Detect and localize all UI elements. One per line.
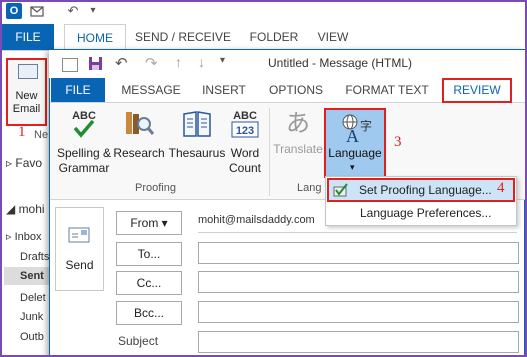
- language-group-label: Lang: [297, 182, 322, 194]
- spelling-check-icon: ABC: [53, 108, 115, 144]
- language-globe-icon: A字: [338, 112, 374, 147]
- undo-icon-message[interactable]: ↶: [115, 54, 128, 72]
- folder-junk[interactable]: Junk: [20, 308, 50, 326]
- thesaurus-icon: [166, 108, 228, 144]
- svg-text:123: 123: [236, 125, 254, 137]
- send-envelope-icon: [68, 226, 92, 247]
- translate-button[interactable]: あ Translate: [272, 108, 324, 157]
- new-email-button[interactable]: New Email: [6, 58, 47, 126]
- message-window-title: Untitled - Message (HTML): [268, 56, 413, 70]
- folder-deleted[interactable]: Delet: [20, 289, 50, 307]
- outlook-tab-home[interactable]: HOME: [64, 24, 126, 51]
- message-tab-options[interactable]: OPTIONS: [264, 78, 328, 102]
- research-label: Research: [113, 146, 165, 160]
- subject-field[interactable]: [198, 331, 519, 353]
- message-tab-review[interactable]: REVIEW: [442, 78, 512, 103]
- word-count-label-line1: Word: [230, 146, 260, 160]
- from-button[interactable]: From ▾: [116, 211, 182, 235]
- svg-text:ABC: ABC: [233, 110, 257, 122]
- to-field[interactable]: [198, 242, 519, 264]
- spelling-grammar-button[interactable]: ABC Spelling & Grammar: [53, 108, 115, 176]
- undo-icon[interactable]: ↶: [66, 4, 80, 18]
- thesaurus-label: Thesaurus: [168, 146, 226, 160]
- message-window-icon: [62, 58, 78, 72]
- annotation-1: 1: [18, 124, 26, 140]
- from-divider: [198, 232, 517, 233]
- outlook-tab-file[interactable]: FILE: [2, 24, 54, 50]
- folder-inbox[interactable]: ▹ Inbox: [6, 228, 48, 246]
- redo-icon[interactable]: ↷: [145, 54, 158, 72]
- translate-icon: あ: [286, 110, 310, 137]
- research-button[interactable]: Research: [113, 108, 165, 161]
- save-icon[interactable]: [88, 56, 103, 74]
- cc-button[interactable]: Cc...: [116, 271, 182, 295]
- word-count-button[interactable]: ABC 123 Word Count: [226, 108, 264, 176]
- word-count-icon: ABC 123: [226, 108, 264, 144]
- cc-field[interactable]: [198, 271, 519, 293]
- send-label: Send: [65, 258, 94, 272]
- svg-text:A: A: [346, 126, 359, 144]
- proofing-check-icon: [333, 182, 349, 200]
- folder-account[interactable]: ◢ mohi: [6, 200, 48, 218]
- new-email-label: New Email: [12, 90, 41, 115]
- message-tab-message[interactable]: MESSAGE: [118, 78, 184, 102]
- send-button[interactable]: Send: [55, 207, 104, 291]
- new-email-icon: [18, 64, 38, 79]
- language-preferences-label: Language Preferences...: [360, 206, 492, 220]
- language-button[interactable]: A字 Language ▾: [324, 108, 386, 178]
- message-tab-file[interactable]: FILE: [51, 78, 105, 102]
- to-button[interactable]: To...: [116, 242, 182, 266]
- language-label: Language: [328, 146, 382, 160]
- new-items-label[interactable]: Ne: [34, 126, 50, 144]
- set-proofing-language-item[interactable]: Set Proofing Language...: [327, 178, 515, 202]
- thesaurus-button[interactable]: Thesaurus: [166, 108, 228, 161]
- svg-text:字: 字: [360, 118, 372, 133]
- bcc-button[interactable]: Bcc...: [116, 301, 182, 325]
- annotation-3: 3: [394, 134, 402, 150]
- proofing-group-label: Proofing: [135, 182, 176, 194]
- language-preferences-item[interactable]: Language Preferences...: [328, 203, 512, 223]
- spelling-label-line1: Spelling &: [56, 146, 112, 160]
- svg-text:ABC: ABC: [72, 110, 96, 122]
- outlook-title-bar: [2, 2, 525, 24]
- language-dropdown-arrow-icon: ▾: [350, 162, 355, 172]
- folder-drafts[interactable]: Drafts: [20, 248, 50, 266]
- quick-access-dropdown-icon[interactable]: ▾: [86, 4, 100, 18]
- folder-favorites[interactable]: ▹ Favo: [6, 154, 48, 172]
- message-tab-format-text[interactable]: FORMAT TEXT: [344, 78, 430, 102]
- outlook-tab-send-receive[interactable]: SEND / RECEIVE: [132, 24, 234, 50]
- spelling-label-line2: Grammar: [58, 161, 110, 175]
- previous-item-icon[interactable]: ↑: [175, 54, 182, 70]
- outlook-logo-icon: O: [6, 3, 22, 19]
- message-tab-insert[interactable]: INSERT: [198, 78, 250, 102]
- word-count-label-line2: Count: [228, 161, 262, 175]
- translate-label: Translate: [273, 142, 323, 156]
- ribbon-group-separator: [269, 108, 270, 196]
- outlook-tab-folder[interactable]: FOLDER: [244, 24, 304, 50]
- message-quick-access-dropdown-icon[interactable]: ▾: [220, 55, 225, 66]
- research-icon: [113, 108, 165, 144]
- subject-label: Subject: [118, 334, 159, 348]
- folder-outbox[interactable]: Outb: [20, 328, 50, 346]
- annotation-4: 4: [497, 180, 505, 196]
- outlook-tab-view[interactable]: VIEW: [310, 24, 356, 50]
- folder-sent[interactable]: Sent: [4, 267, 50, 285]
- set-proofing-language-label: Set Proofing Language...: [359, 183, 492, 197]
- next-item-icon[interactable]: ↓: [198, 54, 205, 70]
- from-address: mohit@mailsdaddy.com: [198, 214, 315, 226]
- send-receive-all-icon[interactable]: [30, 4, 44, 18]
- bcc-field[interactable]: [198, 301, 519, 323]
